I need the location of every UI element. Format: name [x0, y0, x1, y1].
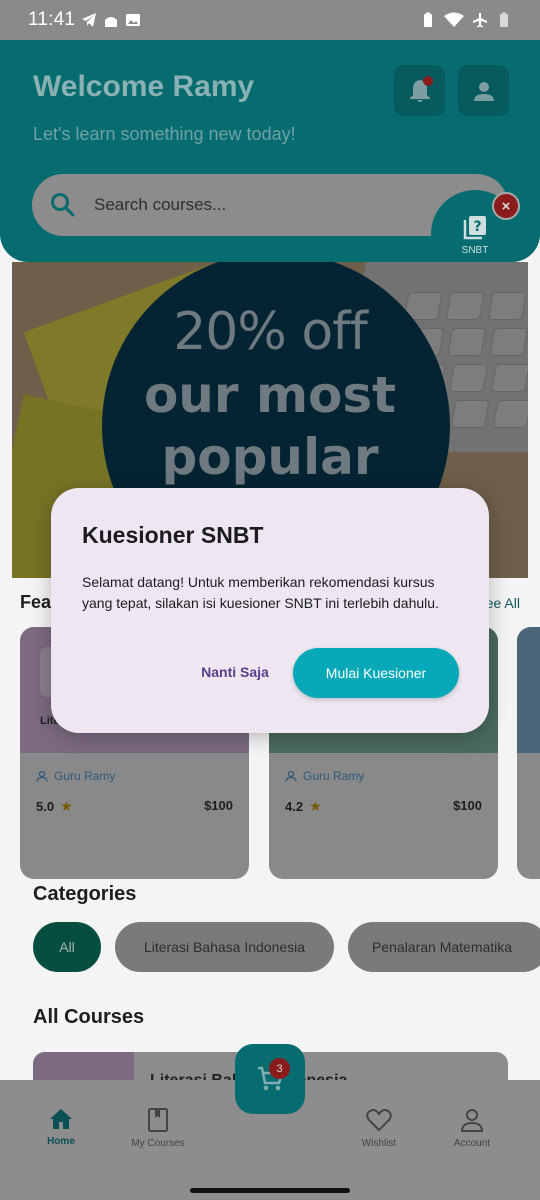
all-courses-title: All Courses: [33, 1006, 145, 1028]
dialog-body: Selamat datang! Untuk memberikan rekomen…: [82, 574, 439, 611]
category-chip-penalaran[interactable]: Penalaran Matematika: [348, 922, 540, 972]
nav-wishlist-label: Wishlist: [361, 1138, 397, 1149]
course-instructor: Guru Ramy: [36, 769, 115, 783]
svg-text:?: ?: [473, 219, 481, 235]
nav-home[interactable]: Home: [16, 1108, 106, 1147]
person-icon: [36, 770, 48, 782]
battery-icon: [500, 12, 508, 27]
gesture-handle[interactable]: [190, 1188, 350, 1193]
rating-value: 5.0: [36, 799, 55, 814]
category-chip-literasi[interactable]: Literasi Bahasa Indonesia: [115, 922, 334, 972]
course-rating: 5.0 ★: [36, 798, 73, 815]
instructor-name: Guru Ramy: [54, 769, 116, 783]
welcome-title: Welcome Ramy: [33, 70, 255, 103]
telegram-icon: [82, 13, 97, 27]
person-icon: [285, 770, 297, 782]
welcome-subtitle: Let's learn something new today!: [33, 124, 296, 144]
nav-my-courses-label: My Courses: [131, 1138, 185, 1149]
nav-home-label: Home: [47, 1136, 75, 1147]
search-icon: [51, 193, 75, 217]
profile-button[interactable]: [458, 65, 509, 116]
banner-line-3: popular: [161, 428, 379, 486]
status-bar: 11:41: [0, 0, 540, 40]
quiz-icon: ?: [463, 215, 486, 239]
course-instructor: Guru Ramy: [285, 769, 364, 783]
battery-saver-icon: [424, 12, 432, 27]
snbt-questionnaire-dialog: Kuesioner SNBT Selamat datang! Untuk mem…: [51, 488, 489, 733]
start-questionnaire-button[interactable]: Mulai Kuesioner: [293, 648, 459, 698]
dialog-title: Kuesioner SNBT: [82, 522, 264, 548]
notification-dot: [423, 76, 433, 86]
featured-course-card-partial[interactable]: [517, 627, 540, 879]
gesture-area: [0, 1170, 540, 1200]
star-icon: ★: [309, 798, 322, 814]
nav-account-label: Account: [453, 1138, 491, 1149]
instructor-name: Guru Ramy: [303, 769, 365, 783]
search-placeholder: Search courses...: [94, 195, 227, 214]
course-cover: [517, 627, 540, 753]
later-button[interactable]: Nanti Saja: [191, 650, 279, 694]
close-icon: ×: [501, 197, 511, 215]
banner-discount: 20% off: [173, 302, 368, 362]
category-chip-all[interactable]: All: [33, 922, 101, 972]
person-icon: [473, 81, 494, 101]
status-time: 11:41: [28, 9, 76, 30]
course-price: $100: [204, 798, 233, 813]
heart-icon: [366, 1109, 392, 1132]
airplane-mode-icon: [473, 13, 487, 28]
cart-count-badge: 3: [269, 1058, 290, 1079]
nav-wishlist[interactable]: Wishlist: [334, 1108, 424, 1149]
rating-value: 4.2: [285, 799, 304, 814]
snbt-label: SNBT: [461, 244, 489, 256]
banner-line-2: our most: [143, 366, 397, 424]
categories-title: Categories: [33, 883, 137, 905]
star-icon: ★: [60, 798, 73, 814]
wifi-icon: [444, 12, 464, 27]
course-rating: 4.2 ★: [285, 798, 322, 815]
course-price: $100: [453, 798, 482, 813]
notification-button[interactable]: [394, 65, 445, 116]
book-icon: [148, 1108, 168, 1132]
person-icon: [460, 1109, 484, 1132]
cart-button[interactable]: [235, 1044, 305, 1114]
image-icon: [126, 14, 141, 26]
snbt-close-button[interactable]: ×: [492, 192, 520, 220]
mosque-icon: [105, 17, 118, 27]
nav-my-courses[interactable]: My Courses: [113, 1108, 203, 1149]
home-icon: [50, 1109, 72, 1129]
nav-account[interactable]: Account: [427, 1108, 517, 1149]
